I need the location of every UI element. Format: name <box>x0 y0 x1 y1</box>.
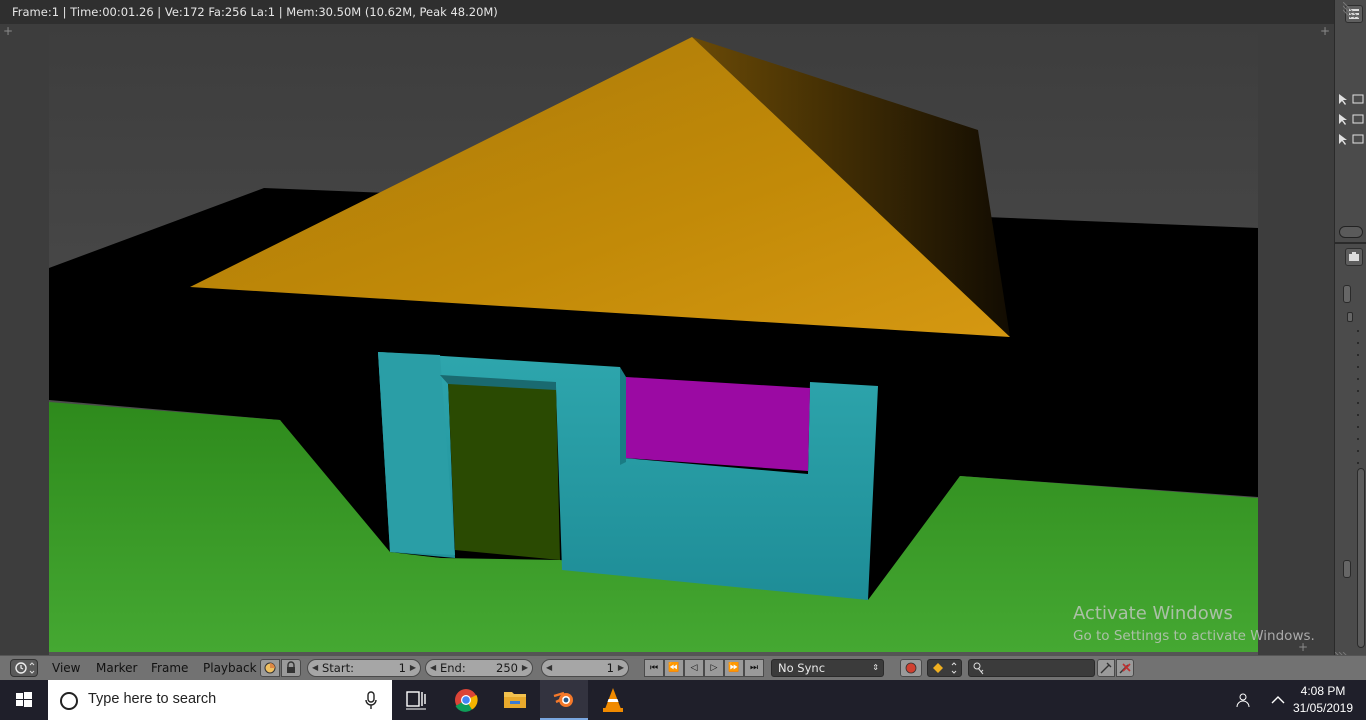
play-button[interactable]: ▷ <box>704 659 724 677</box>
menu-frame[interactable]: Frame <box>151 661 188 675</box>
lock-button[interactable] <box>281 659 301 677</box>
clock-time: 4:08 PM <box>1300 684 1346 698</box>
taskbar-blender[interactable] <box>540 680 588 720</box>
properties-tab[interactable] <box>1343 560 1351 578</box>
keyframe-type-dropdown[interactable] <box>927 659 962 677</box>
activation-watermark: Activate Windows Go to Settings to activ… <box>1073 603 1315 647</box>
menu-playback[interactable]: Playback <box>203 661 257 675</box>
panel-divider <box>1335 242 1366 244</box>
task-view-icon <box>406 691 426 710</box>
start-button[interactable] <box>0 680 48 720</box>
folder-icon <box>504 692 526 708</box>
house-door <box>448 380 560 560</box>
taskbar-chrome[interactable] <box>442 680 490 720</box>
record-button[interactable] <box>900 659 922 677</box>
jump-start-icon: ⏮ <box>649 663 659 673</box>
key-delete-icon <box>1119 663 1131 674</box>
chevron-left-icon: ◀ <box>546 663 553 672</box>
windows-logo-icon <box>16 692 32 707</box>
key-add-icon <box>1100 662 1112 674</box>
viewport-gutter-left <box>0 24 49 655</box>
search-icon <box>60 692 78 710</box>
properties-tab[interactable] <box>1347 312 1353 322</box>
task-view-button[interactable] <box>392 680 440 720</box>
corner-hatch-icon[interactable] <box>1343 2 1366 18</box>
render-view: Frame:1 | Time:00:01.26 | Ve:172 Fa:256 … <box>0 0 1334 655</box>
system-clock[interactable]: 4:08 PM 31/05/2019 <box>1288 683 1358 717</box>
blender-window: Frame:1 | Time:00:01.26 | Ve:172 Fa:256 … <box>0 0 1366 720</box>
blender-icon <box>553 691 573 707</box>
jump-end-icon: ⏭ <box>749 663 759 673</box>
chevron-up-icon[interactable] <box>1271 694 1285 706</box>
jump-to-start-button[interactable]: ⏮ <box>644 659 664 677</box>
camera-icon <box>1349 252 1359 261</box>
window-jamb <box>620 367 626 465</box>
object-visibility-icons[interactable] <box>1337 92 1365 148</box>
viewport-gutter-right <box>1258 24 1334 655</box>
vlc-icon <box>603 688 623 712</box>
taskbar-vlc[interactable] <box>589 680 637 720</box>
chevron-right-icon: ▶ <box>409 663 416 672</box>
properties-tab[interactable] <box>1343 285 1351 303</box>
microphone-icon[interactable] <box>364 691 378 711</box>
chevron-right-icon: ▶ <box>617 663 624 672</box>
search-placeholder: Type here to search <box>88 691 217 707</box>
jump-to-end-button[interactable]: ⏭ <box>744 659 764 677</box>
taskbar-search-box[interactable]: Type here to search <box>48 680 392 720</box>
sync-mode-dropdown[interactable]: No Sync ⇕ <box>771 659 884 677</box>
keying-icon <box>264 662 276 674</box>
chevron-left-icon: ◀ <box>430 663 437 672</box>
key-icon <box>973 662 984 675</box>
properties-menu-button[interactable] <box>1345 248 1363 266</box>
play-icon: ▷ <box>710 663 718 673</box>
clock-icon <box>15 662 35 674</box>
editor-type-button[interactable] <box>10 659 38 677</box>
chevron-right-icon: ▶ <box>521 663 528 672</box>
keyframe-diamond-icon <box>933 662 957 674</box>
dropdown-arrows-icon: ⇕ <box>872 663 879 672</box>
area-split-handle-top-left[interactable]: + <box>3 25 13 37</box>
menu-view[interactable]: View <box>52 661 80 675</box>
keying-set-button[interactable] <box>260 659 280 677</box>
render-stats-header: Frame:1 | Time:00:01.26 | Ve:172 Fa:256 … <box>0 0 1334 24</box>
current-frame-field[interactable]: ◀ 1 ▶ <box>541 659 629 677</box>
end-frame-field[interactable]: ◀ End: 250 ▶ <box>425 659 533 677</box>
jump-keyframe-back-button[interactable]: ⏪ <box>664 659 684 677</box>
scroll-toggle[interactable] <box>1339 226 1363 238</box>
taskbar-file-explorer[interactable] <box>491 680 539 720</box>
rendered-scene <box>0 24 1334 655</box>
properties-scrollbar[interactable] <box>1357 468 1365 648</box>
jump-keyframe-forward-button[interactable]: ⏩ <box>724 659 744 677</box>
keying-set-field[interactable] <box>968 659 1095 677</box>
people-icon[interactable] <box>1234 691 1252 709</box>
timeline-header: View Marker Frame Playback ◀ Start: 1 ▶ … <box>0 655 1366 680</box>
watermark-subtitle: Go to Settings to activate Windows. <box>1073 628 1315 644</box>
chevron-left-icon: ◀ <box>312 663 319 672</box>
windows-taskbar: Type here to search 4:08 PM 31/05/2019 <box>0 680 1366 720</box>
start-frame-field[interactable]: ◀ Start: 1 ▶ <box>307 659 421 677</box>
lock-icon <box>287 661 295 673</box>
rewind-icon: ⏪ <box>668 663 680 673</box>
fast-forward-icon: ⏩ <box>728 663 740 673</box>
delete-keyframe-button[interactable] <box>1116 659 1134 677</box>
chrome-icon <box>455 689 478 712</box>
menu-marker[interactable]: Marker <box>96 661 137 675</box>
watermark-title: Activate Windows <box>1073 603 1233 624</box>
house-window <box>626 377 810 471</box>
play-reverse-button[interactable]: ◁ <box>684 659 704 677</box>
insert-keyframe-button[interactable] <box>1097 659 1115 677</box>
area-split-handle-top-right[interactable]: + <box>1320 25 1330 37</box>
clock-date: 31/05/2019 <box>1292 701 1354 715</box>
properties-ticks <box>1357 330 1359 470</box>
outliner-side-panel <box>1334 0 1366 668</box>
play-reverse-icon: ◁ <box>690 663 698 673</box>
record-icon <box>905 662 917 674</box>
